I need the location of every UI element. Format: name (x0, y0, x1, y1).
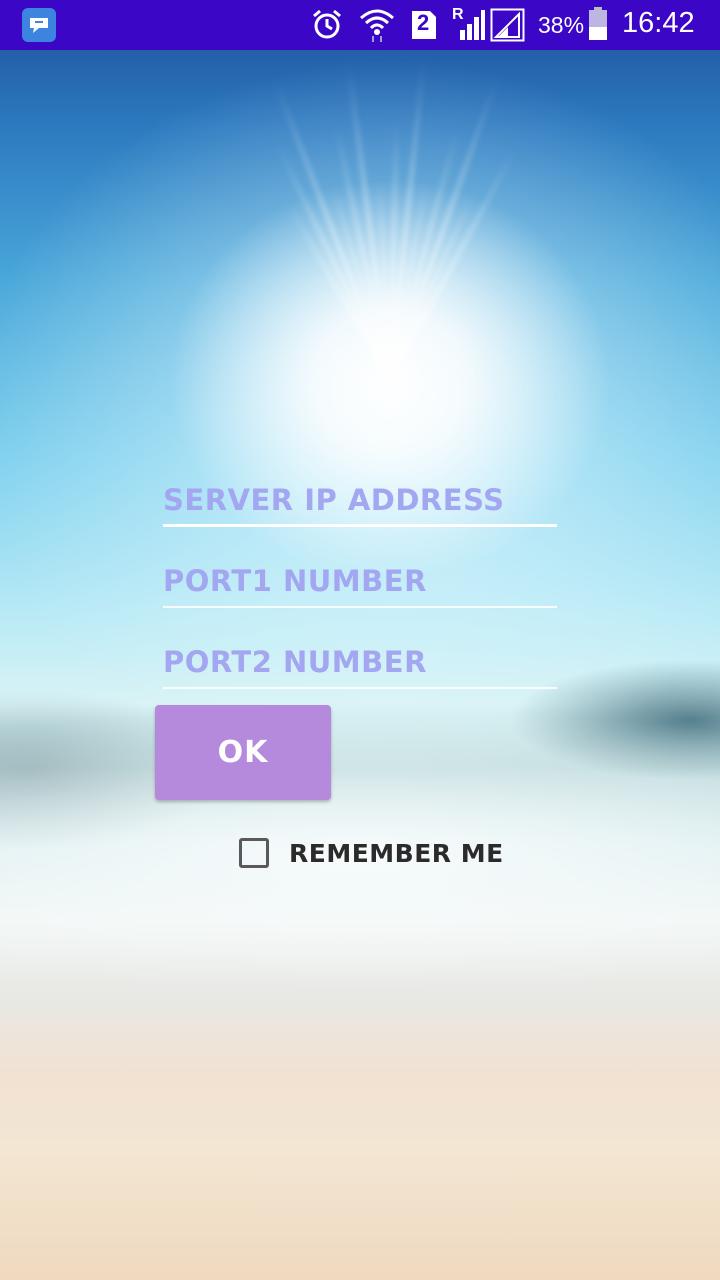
port1-field[interactable] (163, 561, 557, 608)
app-icon (22, 8, 56, 42)
remember-me-row[interactable]: REMEMBER ME (239, 836, 504, 870)
port1-underline (163, 606, 557, 608)
ok-button[interactable]: OK (155, 705, 331, 800)
sim-number: 2 (417, 10, 430, 35)
server-ip-underline (163, 524, 557, 527)
server-ip-field[interactable] (163, 480, 557, 527)
alarm-icon (310, 8, 344, 46)
remember-me-checkbox[interactable] (239, 838, 269, 868)
wifi-icon (358, 6, 396, 48)
beach-background (0, 0, 720, 1280)
signal-icon (452, 8, 486, 46)
battery-percent: 38% (538, 12, 585, 38)
port2-input[interactable] (163, 642, 557, 682)
clock: 16:42 (622, 7, 695, 39)
port1-input[interactable] (163, 561, 557, 601)
signal-icon (490, 8, 526, 46)
status-bar: 2 R 38% 16:42 (0, 0, 720, 50)
server-ip-input[interactable] (163, 480, 557, 520)
remember-me-label: REMEMBER ME (289, 838, 504, 868)
port2-underline (163, 687, 557, 689)
port2-field[interactable] (163, 642, 557, 689)
battery-icon (588, 7, 608, 45)
